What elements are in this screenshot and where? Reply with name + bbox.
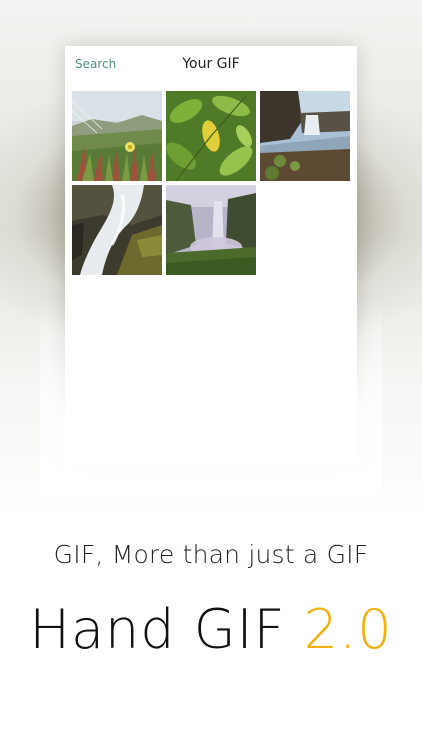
waterfall-cliff-image (260, 91, 350, 181)
gif-thumbnail-cascade[interactable] (72, 185, 162, 275)
misty-waterfall-image (166, 185, 256, 275)
screen-fade (40, 300, 382, 500)
promo-headline: Hand GIF 2.0 (0, 598, 422, 661)
gif-thumbnail-waterfall-cliff[interactable] (260, 91, 350, 181)
page-title: Your GIF (182, 56, 240, 72)
gif-thumbnail-leaves[interactable] (166, 91, 256, 181)
flowers-image (72, 91, 162, 181)
leaves-image (166, 91, 256, 181)
nav-bar: Search Your GIF (65, 46, 357, 86)
cascade-image (72, 185, 162, 275)
headline-app-name: Hand GIF (29, 598, 286, 661)
gif-thumbnail-misty-waterfall[interactable] (166, 185, 256, 275)
promo-caption: GIF, More than just a GIF (53, 540, 369, 569)
gif-thumbnail-flowers[interactable] (72, 91, 162, 181)
headline-version: 2.0 (303, 598, 393, 661)
